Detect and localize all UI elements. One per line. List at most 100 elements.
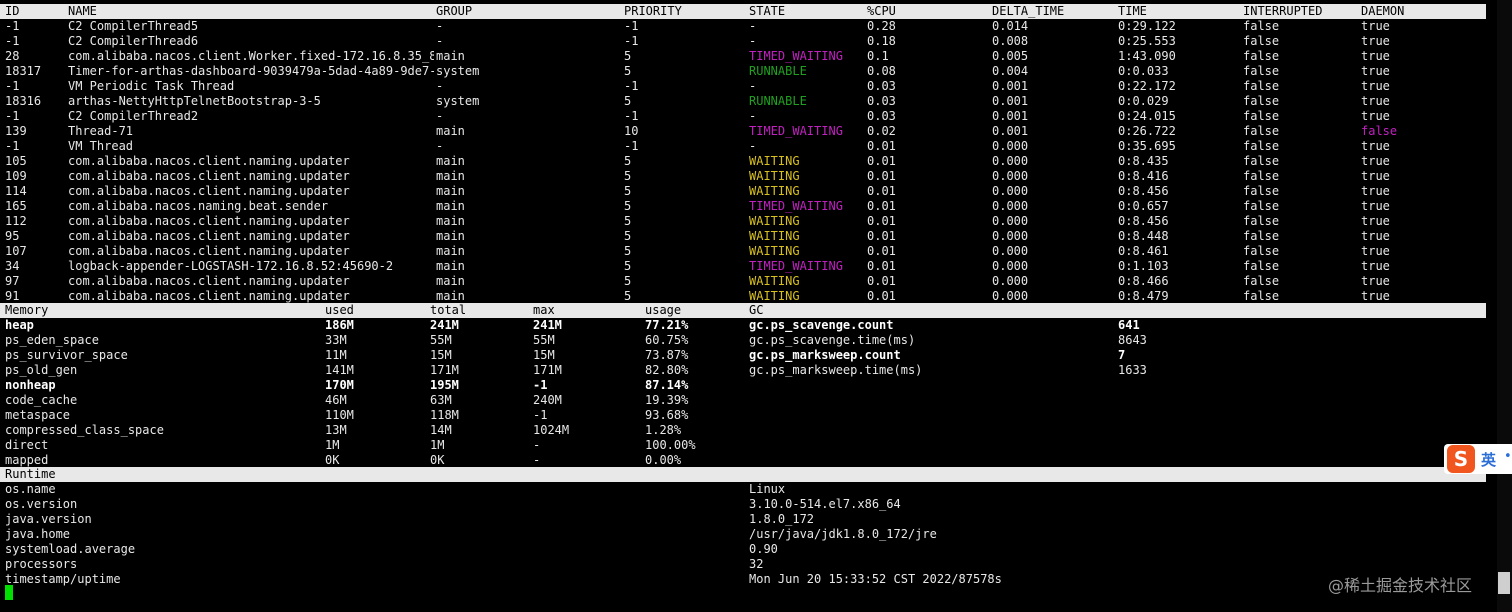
thread-time: 0:8.456 <box>1118 184 1169 198</box>
ime-punctuation-icon[interactable]: • <box>1504 449 1512 464</box>
thread-id: 165 <box>5 199 27 213</box>
gc-metric-name: gc.ps_marksweep.time(ms) <box>749 363 923 377</box>
thread-id: 105 <box>5 154 27 168</box>
vertical-scrollbar[interactable] <box>1497 0 1512 612</box>
runtime-header-label: Runtime <box>5 467 56 481</box>
thread-state: WAITING <box>749 289 800 303</box>
runtime-row: processors 32 <box>0 557 1486 572</box>
runtime-value: 0.90 <box>749 542 778 556</box>
thread-delta-time: 0.008 <box>992 34 1029 48</box>
thread-name: com.alibaba.nacos.client.naming.updater <box>68 229 350 243</box>
ime-logo-icon[interactable]: S <box>1447 445 1475 473</box>
thread-group: main <box>436 289 465 303</box>
thread-time: 0:25.553 <box>1118 34 1176 48</box>
thread-group: - <box>436 79 444 93</box>
thread-id: -1 <box>5 109 20 123</box>
thread-cpu: 0.02 <box>867 124 896 138</box>
thread-cpu: 0.03 <box>867 94 896 108</box>
thread-row: -1 C2 CompilerThread5 - -1 - 0.28 0.014 0:29.12… <box>0 19 1486 34</box>
thread-group: main <box>436 49 465 63</box>
memory-usage: 87.14% <box>645 378 689 392</box>
thread-state: - <box>749 34 757 48</box>
memory-memory-name: ps_old_gen <box>5 363 78 377</box>
col-header-interrupted: INTERRUPTED <box>1243 4 1323 18</box>
thread-daemon: true <box>1361 34 1390 48</box>
thread-row: 114 com.alibaba.nacos.client.naming.updat… <box>0 184 1486 199</box>
thread-time: 0:26.722 <box>1118 124 1176 138</box>
memory-usage: 100.00% <box>645 438 696 452</box>
thread-cpu: 0.01 <box>867 214 896 228</box>
thread-interrupted: false <box>1243 94 1280 108</box>
thread-row: 165 com.alibaba.nacos.naming.beat.sender m… <box>0 199 1486 214</box>
ime-language-toggle[interactable]: 英 <box>1481 449 1496 470</box>
thread-priority: 5 <box>624 229 632 243</box>
thread-priority: 5 <box>624 154 632 168</box>
thread-priority: 5 <box>624 244 632 258</box>
memory-table-header: Memory used total max usage GC <box>0 303 1486 318</box>
memory-max: 55M <box>533 333 555 347</box>
thread-group: main <box>436 244 465 258</box>
thread-state: - <box>749 79 757 93</box>
runtime-key: timestamp/uptime <box>5 572 121 586</box>
memory-usage: 82.80% <box>645 363 689 377</box>
thread-cpu: 0.18 <box>867 34 896 48</box>
thread-cpu: 0.01 <box>867 244 896 258</box>
thread-cpu: 0.01 <box>867 229 896 243</box>
thread-name: C2 CompilerThread6 <box>68 34 199 48</box>
thread-group: main <box>436 229 465 243</box>
thread-group: main <box>436 199 465 213</box>
thread-group: - <box>436 34 444 48</box>
thread-state: - <box>749 139 757 153</box>
thread-name: VM Thread <box>68 139 134 153</box>
memory-usage: 93.68% <box>645 408 689 422</box>
thread-id: 18317 <box>5 64 42 78</box>
thread-cpu: 0.03 <box>867 109 896 123</box>
thread-row: 107 com.alibaba.nacos.client.naming.updat… <box>0 244 1486 259</box>
thread-time: 0:0.029 <box>1118 94 1169 108</box>
col-header-priority: PRIORITY <box>624 4 682 18</box>
memory-max: -1 <box>533 378 548 392</box>
memory-usage: 60.75% <box>645 333 689 347</box>
terminal-cursor <box>5 585 13 600</box>
thread-name: com.alibaba.nacos.client.naming.updater <box>68 169 350 183</box>
thread-daemon: false <box>1361 124 1398 138</box>
col-header-group: GROUP <box>436 4 473 18</box>
thread-daemon: true <box>1361 259 1390 273</box>
thread-interrupted: false <box>1243 19 1280 33</box>
thread-interrupted: false <box>1243 259 1280 273</box>
thread-name: C2 CompilerThread2 <box>68 109 199 123</box>
thread-group: - <box>436 109 444 123</box>
memory-max: -1 <box>533 408 548 422</box>
thread-delta-time: 0.001 <box>992 79 1029 93</box>
thread-group: main <box>436 169 465 183</box>
col-header-name: NAME <box>68 4 97 18</box>
thread-time: 0:1.103 <box>1118 259 1169 273</box>
memory-used: 186M <box>325 318 354 332</box>
thread-interrupted: false <box>1243 109 1280 123</box>
memory-usage: 77.21% <box>645 318 689 332</box>
memory-memory-name: metaspace <box>5 408 71 422</box>
thread-cpu: 0.01 <box>867 289 896 303</box>
runtime-value: Mon Jun 20 15:33:52 CST 2022/87578s <box>749 572 1002 586</box>
thread-row: 97 com.alibaba.nacos.client.naming.update… <box>0 274 1486 289</box>
thread-priority: 5 <box>624 214 632 228</box>
col-header-delta-time: DELTA_TIME <box>992 4 1065 18</box>
memory-usage: 73.87% <box>645 348 689 362</box>
scrollbar-thumb[interactable] <box>1498 572 1510 594</box>
thread-interrupted: false <box>1243 64 1280 78</box>
memory-used: 46M <box>325 393 347 407</box>
thread-interrupted: false <box>1243 184 1280 198</box>
thread-state: TIMED_WAITING <box>749 259 843 273</box>
memory-max: 241M <box>533 318 562 332</box>
thread-name: com.alibaba.nacos.naming.beat.sender <box>68 199 329 213</box>
thread-delta-time: 0.000 <box>992 184 1029 198</box>
thread-state: RUNNABLE <box>749 64 807 78</box>
thread-time: 0:8.479 <box>1118 289 1169 303</box>
thread-id: 97 <box>5 274 20 288</box>
thread-time: 0:29.122 <box>1118 19 1176 33</box>
thread-interrupted: false <box>1243 199 1280 213</box>
thread-cpu: 0.01 <box>867 259 896 273</box>
memory-row: nonheap 170M 195M -1 87.14% <box>0 378 1486 393</box>
thread-time: 0:8.448 <box>1118 229 1169 243</box>
thread-state: TIMED_WAITING <box>749 124 843 138</box>
